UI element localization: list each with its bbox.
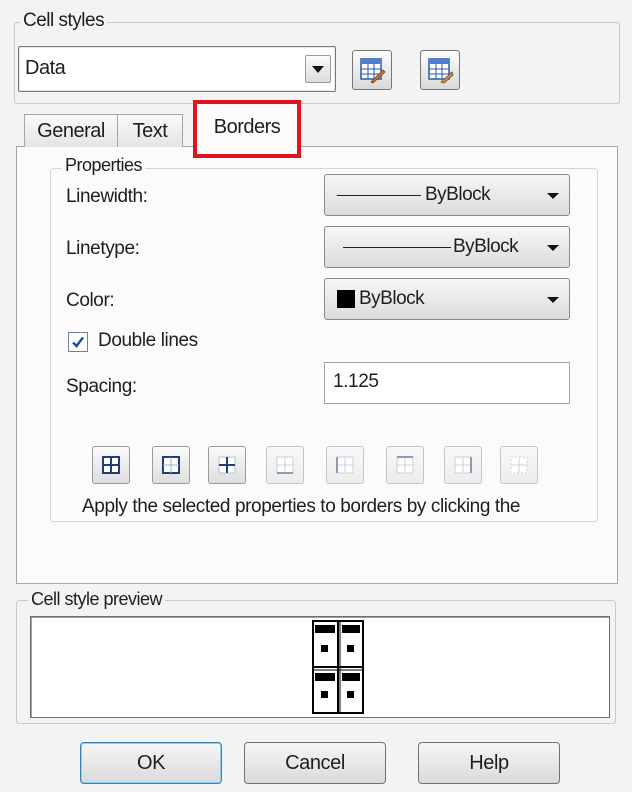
linetype-label: Linetype: xyxy=(66,238,140,259)
all-borders-icon xyxy=(102,456,120,474)
preview-table-graphic xyxy=(312,620,364,714)
bottom-border-icon xyxy=(276,456,294,474)
inside-borders-button[interactable] xyxy=(208,446,246,484)
spacing-value: 1.125 xyxy=(333,371,379,392)
tab-text[interactable]: Text xyxy=(117,114,183,147)
cell-styles-group-title: Cell styles xyxy=(20,10,108,32)
linewidth-line-sample xyxy=(337,195,421,196)
right-border-icon xyxy=(454,456,472,474)
tab-general[interactable]: General xyxy=(24,114,118,147)
no-border-icon xyxy=(510,456,528,474)
ok-button-label: OK xyxy=(136,751,166,774)
cell-style-manage-icon xyxy=(428,58,454,84)
right-border-button[interactable] xyxy=(444,446,482,484)
cell-style-preview xyxy=(30,616,610,718)
left-border-icon xyxy=(336,456,354,474)
spacing-label: Spacing: xyxy=(66,376,137,397)
tab-general-label: General xyxy=(37,119,105,142)
cell-style-combo-value: Data xyxy=(25,57,66,79)
bottom-border-button[interactable] xyxy=(266,446,304,484)
color-swatch xyxy=(337,290,355,308)
outside-borders-button[interactable] xyxy=(152,446,190,484)
linetype-value: ByBlock xyxy=(453,236,519,257)
tab-text-label: Text xyxy=(132,119,168,142)
spacing-input[interactable]: 1.125 xyxy=(324,362,570,404)
help-button-label: Help xyxy=(469,751,509,774)
preview-group-title: Cell style preview xyxy=(28,589,166,610)
top-border-icon xyxy=(396,456,414,474)
border-apply-hint: Apply the selected properties to borders… xyxy=(82,496,521,517)
linewidth-label: Linewidth: xyxy=(66,186,148,207)
checkmark-icon xyxy=(72,336,84,348)
launch-table-style-button[interactable] xyxy=(352,50,392,90)
double-lines-checkbox[interactable] xyxy=(68,332,88,352)
chevron-down-icon[interactable] xyxy=(305,55,331,83)
manage-cell-styles-button[interactable] xyxy=(420,50,460,90)
linewidth-dropdown[interactable]: ByBlock xyxy=(324,174,570,216)
color-label: Color: xyxy=(66,290,115,311)
linetype-dropdown[interactable]: ByBlock xyxy=(324,226,570,268)
inside-borders-icon xyxy=(218,456,236,474)
color-dropdown[interactable]: ByBlock xyxy=(324,278,570,320)
outside-borders-icon xyxy=(162,456,180,474)
all-borders-button[interactable] xyxy=(92,446,130,484)
cancel-button-label: Cancel xyxy=(285,751,345,774)
left-border-button[interactable] xyxy=(326,446,364,484)
ok-button[interactable]: OK xyxy=(80,742,222,784)
color-value: ByBlock xyxy=(359,288,425,309)
double-lines-label: Double lines xyxy=(98,330,198,351)
no-border-button[interactable] xyxy=(500,446,538,484)
top-border-button[interactable] xyxy=(386,446,424,484)
properties-group-title: Properties xyxy=(62,155,146,176)
borders-tab-highlight xyxy=(193,100,301,158)
table-style-edit-icon xyxy=(360,58,386,84)
cell-style-combo[interactable]: Data xyxy=(18,46,336,92)
help-button[interactable]: Help xyxy=(418,742,560,784)
linewidth-value: ByBlock xyxy=(425,184,491,205)
chevron-down-icon xyxy=(547,245,559,251)
cancel-button[interactable]: Cancel xyxy=(244,742,386,784)
chevron-down-icon xyxy=(547,297,559,303)
linetype-line-sample xyxy=(343,247,451,248)
chevron-down-icon xyxy=(547,193,559,199)
